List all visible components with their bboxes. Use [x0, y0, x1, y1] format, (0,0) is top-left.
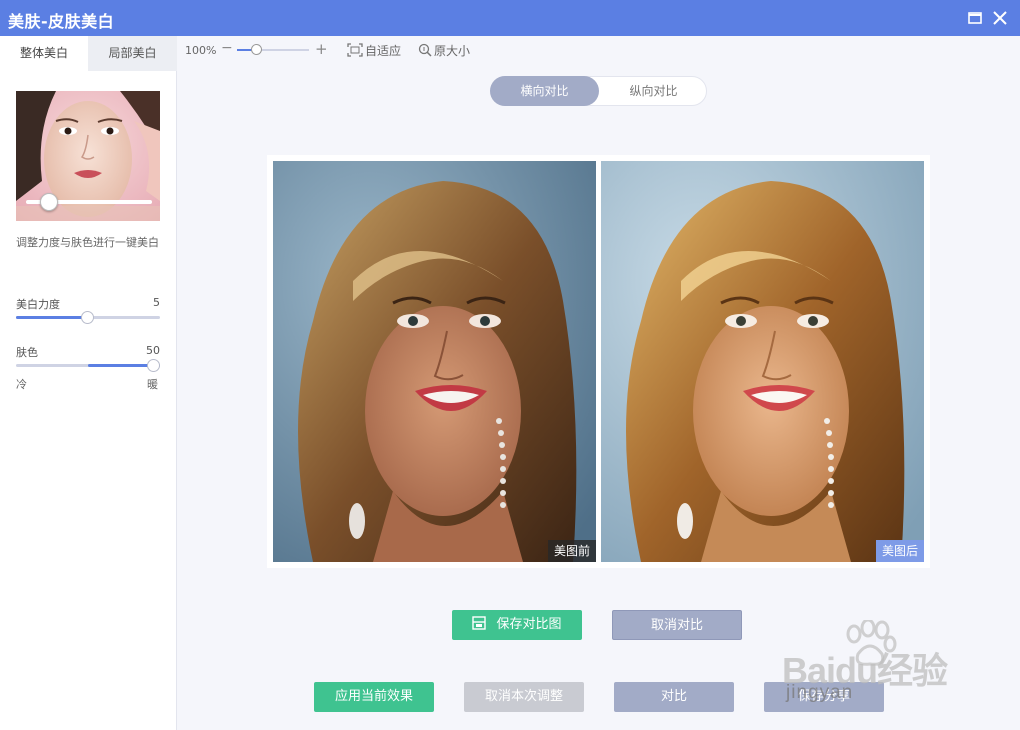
cancel-compare-button[interactable]: 取消对比 — [612, 610, 742, 640]
tab-whole-whitening[interactable]: 整体美白 — [0, 36, 88, 71]
zoom-magnifier-icon — [418, 43, 432, 60]
apply-effect-button[interactable]: 应用当前效果 — [314, 682, 434, 712]
save-icon — [472, 612, 487, 642]
zoom-in-button[interactable]: + — [315, 40, 328, 58]
undo-adjustment-button[interactable]: 取消本次调整 — [464, 682, 584, 712]
before-label: 美图前 — [547, 540, 596, 562]
slider-value: 5 — [153, 296, 160, 309]
before-photo: 美图前 — [273, 161, 596, 562]
after-portrait-image — [601, 161, 924, 562]
vertical-compare-button[interactable]: 纵向对比 — [599, 76, 708, 106]
save-compare-button[interactable]: 保存对比图 — [452, 610, 582, 640]
title-bar: 美肤-皮肤美白 — [0, 0, 1020, 36]
original-size-button[interactable]: 原大小 — [418, 42, 470, 60]
slider-label: 美白力度 — [16, 298, 60, 311]
tab-local-whitening[interactable]: 局部美白 — [88, 36, 177, 71]
restore-window-icon[interactable] — [966, 9, 984, 27]
slider-track[interactable] — [16, 359, 160, 372]
zoom-slider[interactable] — [237, 44, 309, 55]
slider-knob[interactable] — [81, 311, 94, 324]
slider-value: 50 — [146, 344, 160, 357]
save-compare-label: 保存对比图 — [496, 617, 562, 632]
zoom-percent: 100% — [185, 44, 217, 57]
slider-label: 肤色 — [16, 346, 38, 359]
preview-slider-knob[interactable] — [40, 193, 58, 211]
after-label: 美图后 — [875, 540, 924, 562]
tab-bar: 整体美白 局部美白 — [0, 36, 177, 71]
panel-description: 调整力度与肤色进行一键美白 — [16, 236, 159, 249]
before-portrait-image — [273, 161, 596, 562]
window-title: 美肤-皮肤美白 — [8, 12, 115, 31]
slider-fill — [16, 316, 87, 319]
slider-track[interactable] — [16, 311, 160, 324]
zoom-out-button[interactable]: − — [221, 40, 233, 56]
compare-button[interactable]: 对比 — [614, 682, 734, 712]
save-share-button[interactable]: 保存分享 — [764, 682, 884, 712]
fit-screen-icon — [347, 43, 363, 60]
compare-frame: 美图前 美图后 — [267, 155, 930, 568]
close-icon[interactable] — [991, 9, 1009, 27]
horizontal-compare-button[interactable]: 横向对比 — [490, 76, 599, 106]
after-photo: 美图后 — [601, 161, 924, 562]
fit-screen-button[interactable]: 自适应 — [347, 42, 401, 60]
compare-mode-toggle: 横向对比 纵向对比 — [490, 76, 707, 106]
fit-screen-label: 自适应 — [365, 44, 402, 58]
preview-thumbnail — [16, 91, 160, 221]
baidu-paw-icon — [840, 618, 900, 673]
warm-label: 暖 — [147, 378, 158, 391]
slider-knob[interactable] — [147, 359, 160, 372]
original-size-label: 原大小 — [434, 44, 471, 58]
left-panel: 整体美白 局部美白 调整力度与肤色进行一键美白 美白力度 5 肤色 50 冷 暖 — [0, 36, 177, 730]
cold-label: 冷 — [16, 378, 27, 391]
zoom-knob[interactable] — [251, 44, 262, 55]
